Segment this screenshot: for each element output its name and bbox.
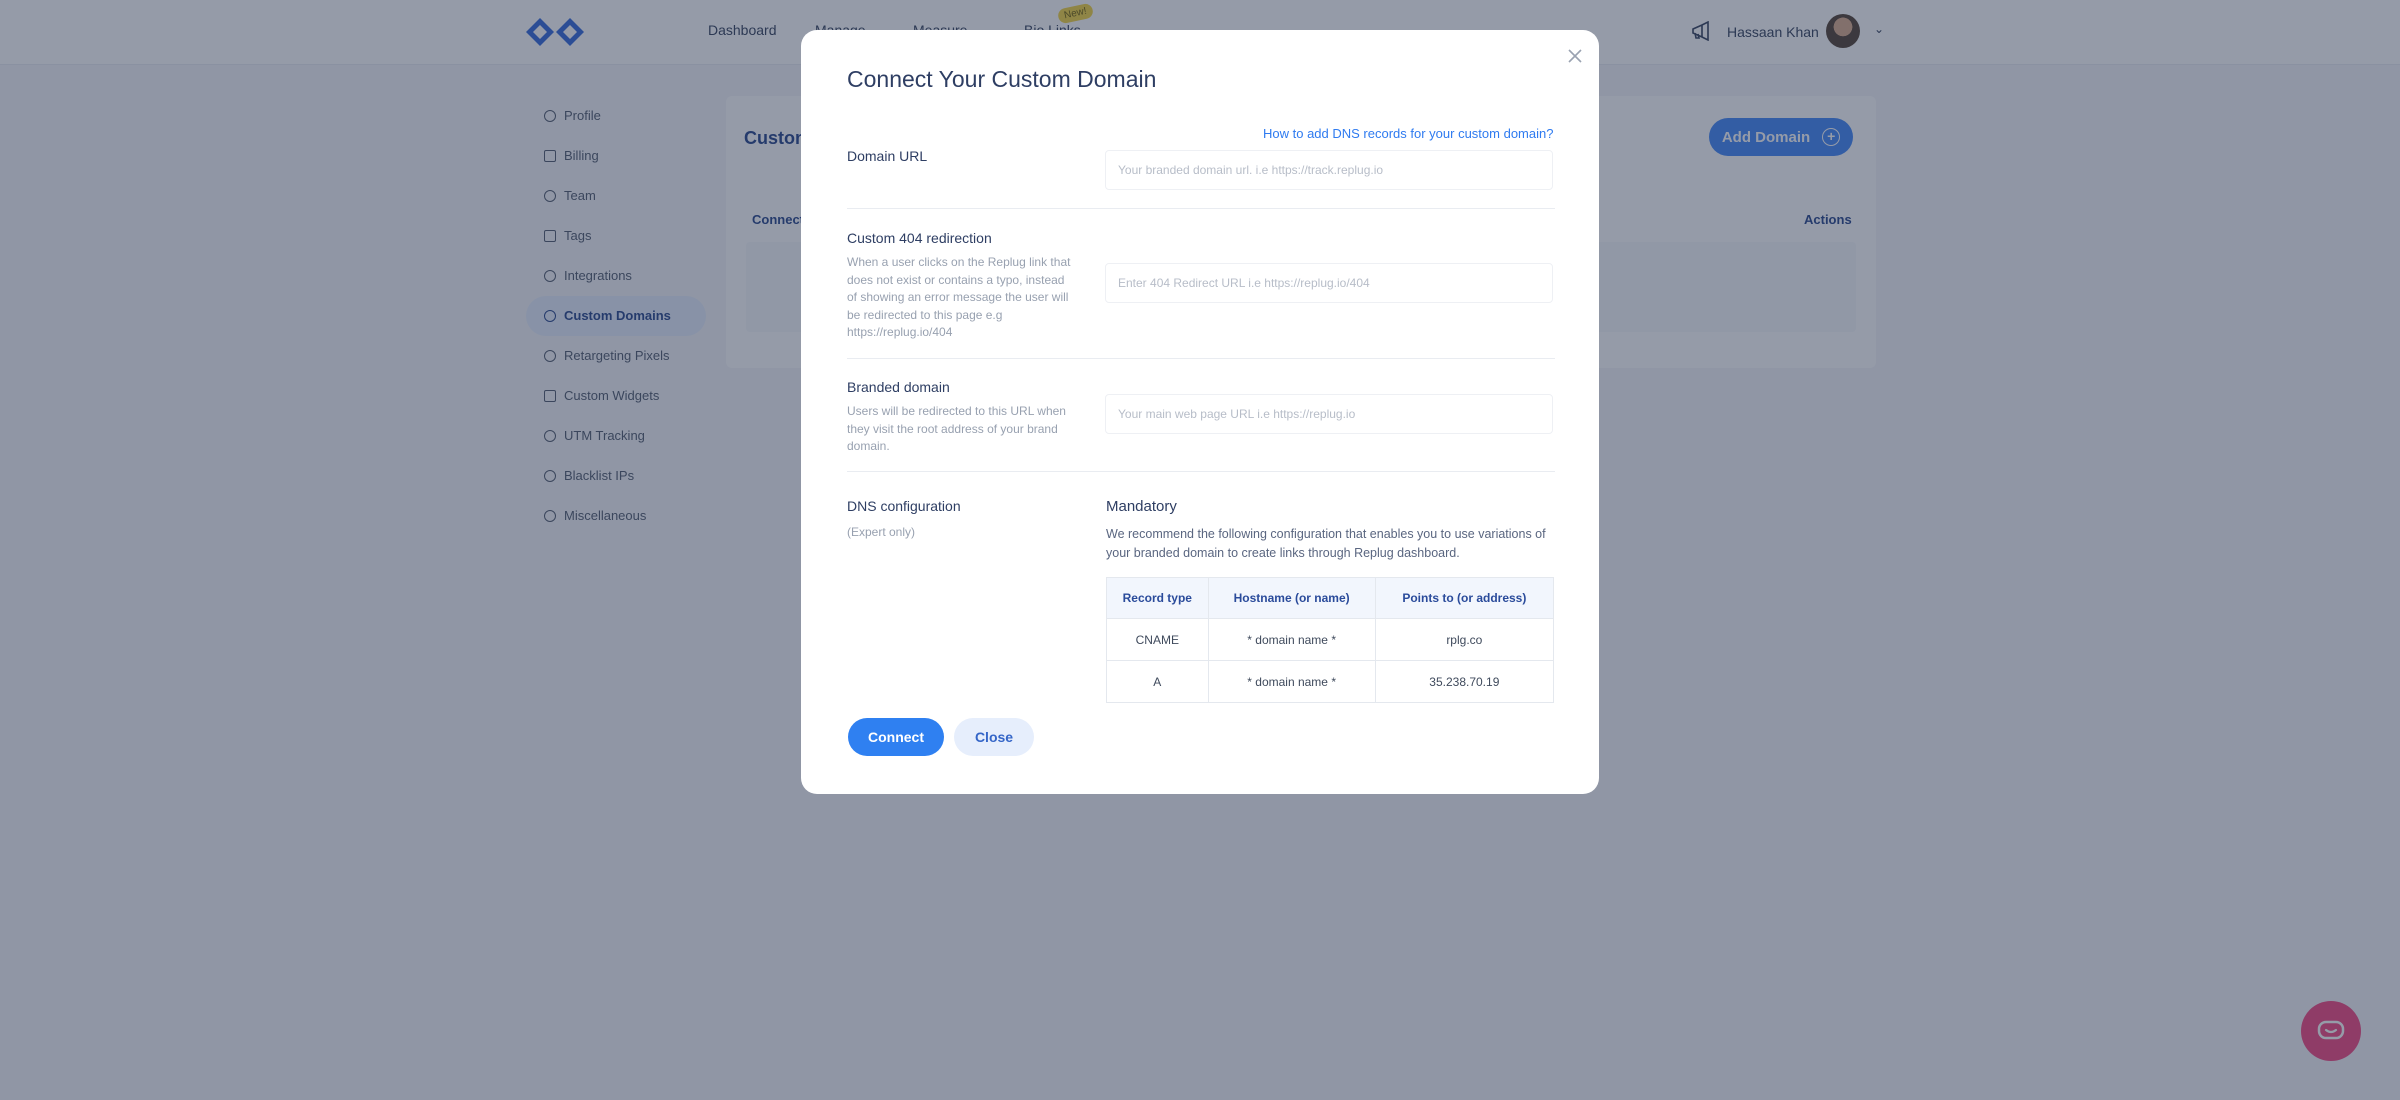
column-header: Points to (or address) (1374, 577, 1555, 619)
record-type-cell: CNAME (1106, 618, 1209, 661)
table-header-row: Record type Hostname (or name) Points to… (1106, 577, 1555, 619)
modal-title: Connect Your Custom Domain (847, 66, 1157, 92)
divider (847, 358, 1555, 359)
branded-domain-description: Users will be redirected to this URL whe… (847, 404, 1066, 453)
column-header: Hostname (or name) (1207, 577, 1376, 619)
dns-records-table: Record type Hostname (or name) Points to… (1106, 577, 1555, 703)
dns-config-sub: (Expert only) (847, 525, 916, 539)
column-header: Record type (1106, 577, 1209, 619)
hostname-cell: * domain name * (1207, 618, 1376, 661)
dns-recommendation-text: We recommend the following configuration… (1106, 527, 1546, 560)
custom-404-input[interactable] (1105, 263, 1553, 303)
domain-url-label: Domain URL (847, 148, 928, 164)
branded-domain-label: Branded domain (847, 379, 950, 395)
branded-domain-input[interactable] (1105, 394, 1553, 434)
divider (847, 208, 1555, 209)
points-to-cell: 35.238.70.19 (1374, 660, 1555, 703)
domain-url-input[interactable] (1105, 150, 1553, 190)
close-button[interactable]: Close (954, 718, 1034, 756)
points-to-cell: rplg.co (1374, 618, 1555, 661)
mandatory-heading: Mandatory (1106, 498, 1177, 515)
custom-404-label: Custom 404 redirection (847, 230, 992, 246)
dns-help-link[interactable]: How to add DNS records for your custom d… (1263, 126, 1553, 141)
table-row: A * domain name * 35.238.70.19 (1106, 660, 1555, 703)
custom-404-description: When a user clicks on the Replug link th… (847, 255, 1071, 339)
hostname-cell: * domain name * (1207, 660, 1376, 703)
connect-button[interactable]: Connect (848, 718, 944, 756)
divider (847, 471, 1555, 472)
table-row: CNAME * domain name * rplg.co (1106, 618, 1555, 661)
connect-domain-modal: Connect Your Custom Domain How to add DN… (801, 30, 1599, 794)
dns-config-label: DNS configuration (847, 498, 961, 514)
close-icon[interactable] (1563, 44, 1587, 68)
record-type-cell: A (1106, 660, 1209, 703)
